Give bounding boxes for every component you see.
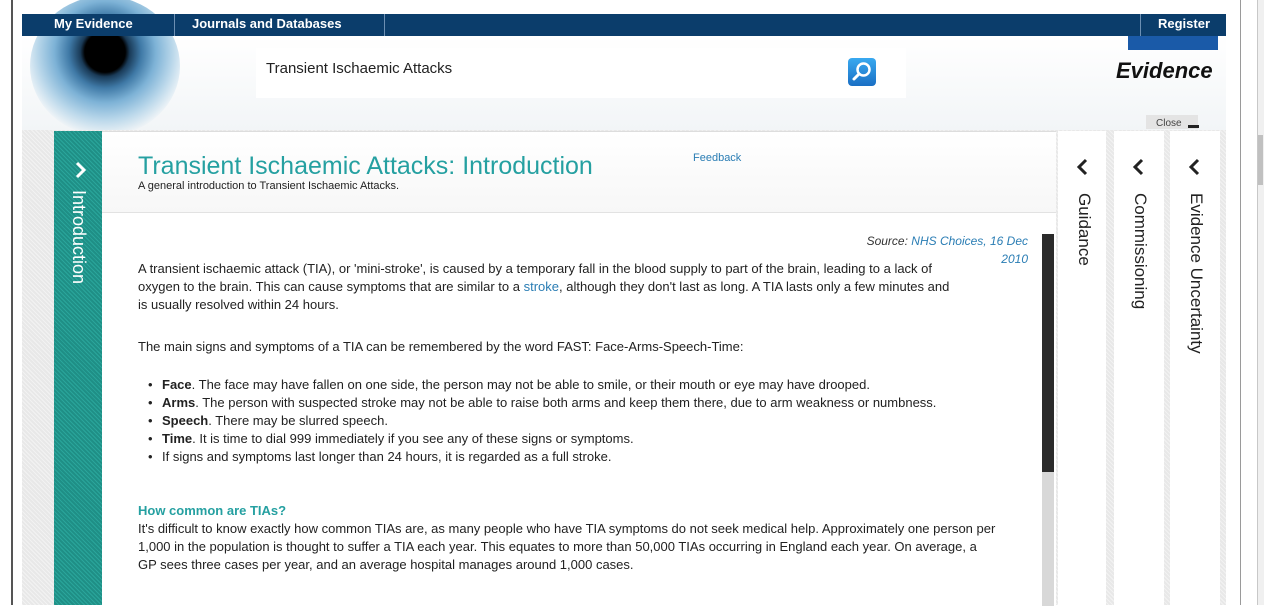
nhs-evidence-logo: Evidence xyxy=(1116,58,1213,83)
tab-evidence-uncertainty[interactable]: Evidence Uncertainty xyxy=(1170,131,1220,605)
symptom-term: Speech xyxy=(162,413,209,428)
list-item: Speech. There may be slurred speech. xyxy=(146,412,1032,430)
article-scrollbar-thumb[interactable] xyxy=(1042,234,1054,472)
symptom-term: Arms xyxy=(162,395,196,410)
fast-paragraph: The main signs and symptoms of a TIA can… xyxy=(138,339,744,354)
list-item: Time. It is time to dial 999 immediately… xyxy=(146,430,1032,448)
tab-introduction-label: Introduction xyxy=(69,190,89,285)
tab-commissioning-label: Commissioning xyxy=(1131,193,1150,310)
symptom-text: . It is time to dial 999 immediately if … xyxy=(192,431,634,446)
chevron-left-icon xyxy=(1132,158,1144,176)
page-title: Transient Ischaemic Attacks: Introductio… xyxy=(138,152,593,180)
list-item: Face. The face may have fallen on one si… xyxy=(146,376,1032,394)
prevalence-paragraph: It's difficult to know exactly how commo… xyxy=(138,521,996,572)
nav-divider xyxy=(1140,14,1141,36)
page-scrollbar[interactable] xyxy=(1257,0,1264,605)
symptom-text: . The person with suspected stroke may n… xyxy=(195,395,937,410)
tab-guidance-label: Guidance xyxy=(1075,193,1094,266)
search-input[interactable]: Transient Ischaemic Attacks xyxy=(256,48,906,98)
tab-guidance[interactable]: Guidance xyxy=(1058,131,1106,605)
list-item: Arms. The person with suspected stroke m… xyxy=(146,394,1022,412)
top-navigation-bar: My Evidence Journals and Databases Regis… xyxy=(22,14,1226,36)
symptom-term: Face xyxy=(162,377,192,392)
chevron-right-icon xyxy=(75,161,87,179)
article-panel: Transient Ischaemic Attacks: Introductio… xyxy=(102,131,1056,606)
nhs-logo-mark xyxy=(1128,36,1218,50)
nav-divider xyxy=(384,14,385,36)
symptom-term: Time xyxy=(162,431,193,446)
symptom-text: . There may be slurred speech. xyxy=(208,413,388,428)
symptoms-list: Face. The face may have fallen on one si… xyxy=(146,376,1032,466)
source-prefix: Source: xyxy=(866,234,912,248)
symptom-text: . The face may have fallen on one side, … xyxy=(191,377,870,392)
header-banner: Transient Ischaemic Attacks xyxy=(22,0,1226,136)
tab-evidence-uncertainty-label: Evidence Uncertainty xyxy=(1187,193,1206,354)
minimize-icon[interactable] xyxy=(1188,125,1199,128)
page-scrollbar-thumb[interactable] xyxy=(1258,135,1263,185)
page-subtitle: A general introduction to Transient Isch… xyxy=(138,180,400,192)
search-input-value: Transient Ischaemic Attacks xyxy=(266,60,453,77)
nav-my-evidence[interactable]: My Evidence xyxy=(54,14,133,36)
search-button[interactable] xyxy=(848,58,876,86)
search-icon xyxy=(852,62,871,81)
window-frame-line xyxy=(11,0,13,605)
intro-paragraph: A transient ischaemic attack (TIA), or '… xyxy=(138,260,958,314)
full-stroke-note: If signs and symptoms last longer than 2… xyxy=(162,449,612,464)
list-note: If signs and symptoms last longer than 2… xyxy=(146,448,1032,466)
close-button[interactable]: Close xyxy=(1156,118,1182,129)
section-heading: How common are TIAs? xyxy=(138,503,287,518)
nav-register[interactable]: Register xyxy=(1158,14,1210,36)
nav-divider xyxy=(174,14,175,36)
chevron-left-icon xyxy=(1076,158,1088,176)
article-header: Transient Ischaemic Attacks: Introductio… xyxy=(102,132,1056,213)
chevron-left-icon xyxy=(1188,158,1200,176)
nav-journals-and-databases[interactable]: Journals and Databases xyxy=(192,14,342,36)
feedback-link[interactable]: Feedback xyxy=(693,152,741,164)
stroke-link[interactable]: stroke xyxy=(524,279,559,294)
tab-commissioning[interactable]: Commissioning xyxy=(1114,131,1164,605)
